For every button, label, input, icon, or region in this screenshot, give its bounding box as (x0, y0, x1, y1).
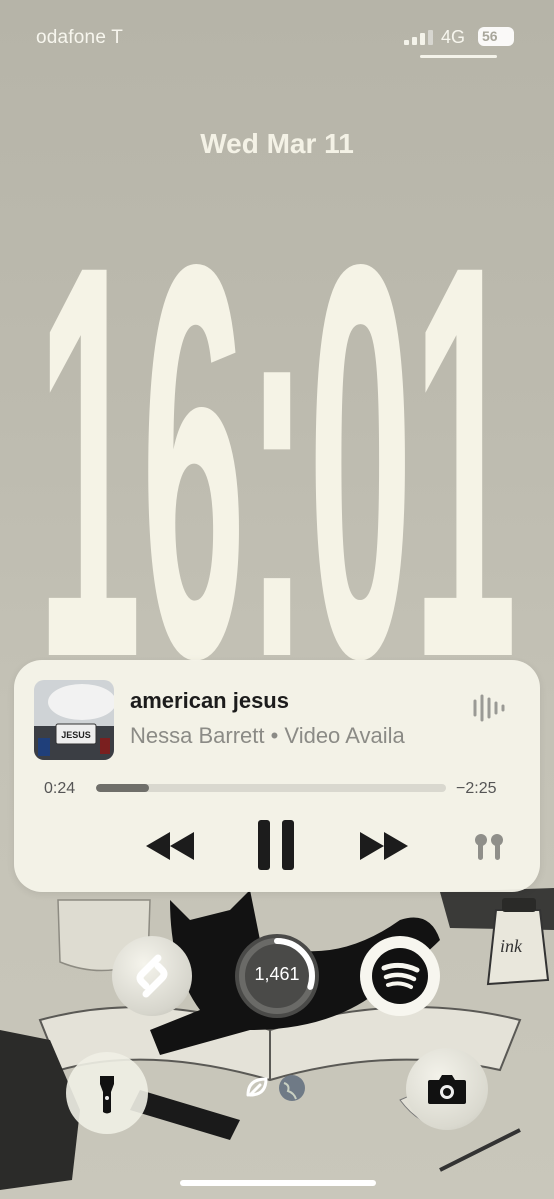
spotify-button[interactable] (360, 936, 440, 1016)
weather-icons (246, 1075, 305, 1101)
spotify-icon (372, 948, 428, 1004)
rewind-icon[interactable] (144, 830, 196, 862)
steps-count: 1,461 (254, 964, 300, 984)
elapsed-time: 0:24 (44, 780, 76, 797)
airpods-icon[interactable] (472, 832, 506, 864)
wallpaper-illustration: ink (0, 888, 554, 1190)
lock-clock-text: 16:01 (37, 148, 517, 675)
song-artist[interactable]: Nessa Barrett • Video Availa (130, 723, 460, 749)
home-indicator[interactable] (180, 1180, 376, 1186)
forward-icon[interactable] (358, 830, 410, 862)
now-playing-widget[interactable]: JESUS american jesus Nessa Barrett • Vid… (14, 660, 540, 892)
shazam-icon (136, 954, 168, 998)
camera-button[interactable] (406, 1048, 488, 1130)
svg-text:ink: ink (500, 936, 523, 956)
leaf-icon (246, 1077, 268, 1097)
remaining-time: −2:25 (456, 780, 497, 797)
carrier-label: odafone T (36, 27, 124, 48)
waveform-icon[interactable] (472, 693, 506, 723)
pause-icon[interactable] (258, 820, 294, 870)
camera-icon (428, 1075, 466, 1104)
flashlight-button[interactable] (66, 1052, 148, 1134)
signal-icon (404, 30, 433, 45)
album-artwork[interactable]: JESUS (34, 680, 114, 760)
progress-fill (96, 784, 149, 792)
shazam-button[interactable] (112, 936, 192, 1016)
artwork-plate-text: JESUS (61, 730, 91, 740)
flashlight-icon (100, 1076, 114, 1114)
lock-clock: 16:01 (37, 148, 517, 675)
earth-icon (279, 1075, 305, 1101)
battery-icon: 56 (478, 27, 514, 46)
status-indicator-bar (420, 55, 497, 58)
progress-scrubber[interactable] (96, 784, 446, 792)
network-type: 4G (441, 27, 466, 47)
song-title[interactable]: american jesus (130, 688, 289, 714)
steps-widget[interactable]: 1,461 (235, 934, 319, 1018)
